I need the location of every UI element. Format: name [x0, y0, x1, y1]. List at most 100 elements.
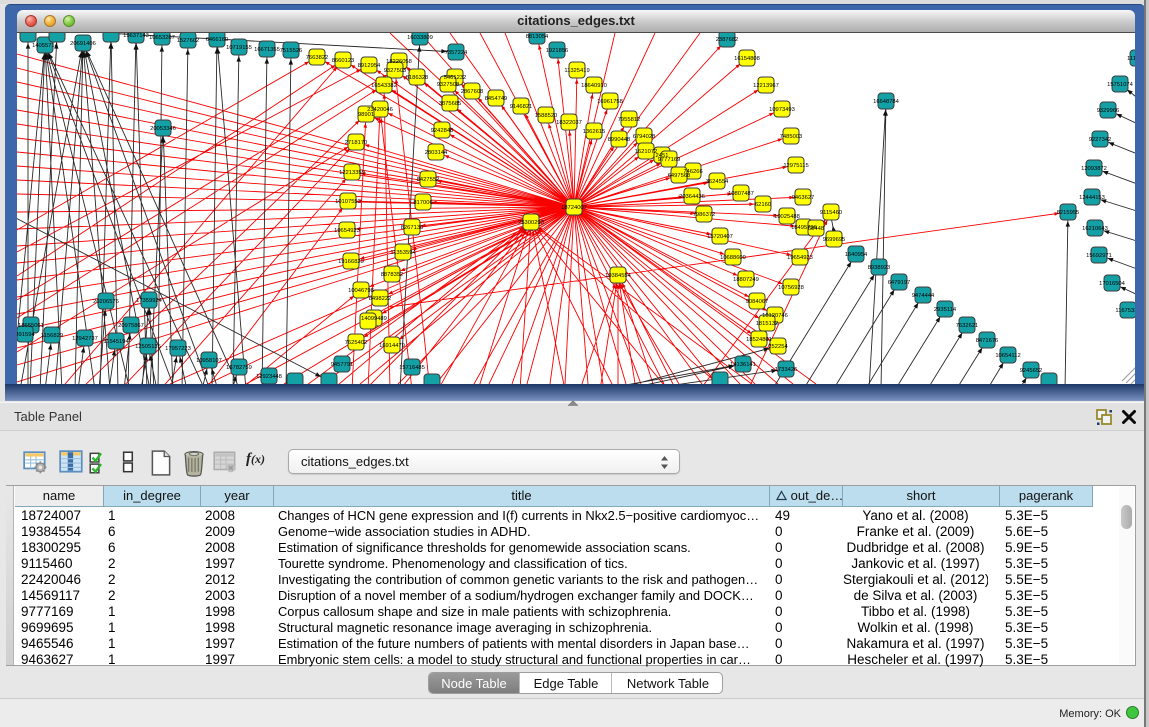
svg-text:9227342: 9227342	[1089, 137, 1112, 143]
svg-text:2867608: 2867608	[461, 89, 484, 95]
svg-text:10973493: 10973493	[769, 107, 795, 113]
svg-text:9699695: 9699695	[823, 237, 846, 243]
svg-text:10654112: 10654112	[995, 353, 1020, 359]
svg-text:5461232: 5461232	[444, 75, 467, 81]
svg-text:12213967: 12213967	[753, 83, 779, 89]
svg-text:16782759: 16782759	[226, 365, 252, 371]
svg-text:1921856: 1921856	[546, 48, 569, 54]
svg-text:16648784: 16648784	[873, 99, 900, 105]
svg-text:8498222: 8498222	[369, 296, 392, 302]
svg-text:8912954: 8912954	[358, 63, 381, 69]
svg-text:20053346: 20053346	[150, 126, 176, 132]
svg-text:3624554: 3624554	[706, 179, 729, 185]
svg-text:8813054: 8813054	[526, 34, 549, 40]
svg-text:8990448: 8990448	[608, 137, 631, 143]
svg-text:1733426: 1733426	[775, 367, 798, 373]
svg-text:9242848: 9242848	[431, 128, 454, 134]
svg-text:1640954: 1640954	[845, 252, 868, 258]
svg-text:817006: 817006	[413, 200, 432, 206]
svg-text:2718170: 2718170	[345, 140, 368, 146]
svg-text:9327508: 9327508	[437, 82, 460, 88]
svg-text:6794028: 6794028	[633, 134, 656, 140]
svg-text:10958107: 10958107	[196, 358, 222, 364]
svg-text:1815132: 1815132	[756, 321, 779, 327]
svg-text:391594: 391594	[17, 332, 35, 338]
svg-text:7625402: 7625402	[345, 340, 368, 346]
svg-text:12444153: 12444153	[1079, 195, 1105, 201]
svg-text:8938923: 8938923	[868, 265, 891, 271]
svg-text:8186328: 8186328	[406, 75, 429, 81]
svg-text:1362615: 1362615	[583, 129, 606, 135]
svg-text:19166829: 19166829	[338, 259, 364, 265]
svg-text:7663822: 7663822	[306, 55, 329, 61]
svg-text:3875685: 3875685	[439, 101, 462, 107]
svg-text:62160: 62160	[755, 202, 771, 208]
svg-text:7485003: 7485003	[780, 134, 803, 140]
svg-text:8471676: 8471676	[976, 338, 999, 344]
svg-text:18807249: 18807249	[733, 277, 759, 283]
svg-text:14055714: 14055714	[32, 43, 59, 49]
svg-text:20364436: 20364436	[679, 194, 705, 200]
svg-text:20691406: 20691406	[70, 41, 96, 47]
svg-text:8454749: 8454749	[485, 96, 508, 102]
svg-text:9474444: 9474444	[912, 293, 935, 299]
svg-text:9084067: 9084067	[746, 299, 769, 305]
svg-text:12975115: 12975115	[783, 163, 808, 169]
svg-text:12093872: 12093872	[1081, 166, 1107, 172]
svg-text:18640910: 18640910	[581, 83, 607, 89]
svg-text:19654923: 19654923	[334, 228, 360, 234]
svg-text:18724007: 18724007	[561, 205, 587, 211]
svg-text:9146821: 9146821	[510, 104, 533, 110]
svg-text:16543382: 16543382	[371, 83, 397, 89]
svg-text:16671355: 16671355	[254, 47, 280, 53]
svg-text:1621072: 1621072	[635, 149, 658, 155]
svg-text:12923448: 12923448	[256, 374, 282, 380]
svg-text:2387682: 2387682	[716, 37, 739, 43]
svg-text:10807487: 10807487	[728, 191, 754, 197]
svg-text:10756928: 10756928	[778, 285, 804, 291]
svg-text:19637143: 19637143	[123, 33, 149, 39]
svg-text:16154808: 16154808	[734, 56, 760, 62]
svg-text:16210643: 16210643	[1082, 226, 1108, 232]
svg-text:9329966: 9329966	[1097, 108, 1120, 114]
svg-text:14099489: 14099489	[361, 316, 387, 322]
svg-text:16961758: 16961758	[597, 99, 623, 105]
svg-text:18524861: 18524861	[746, 337, 772, 343]
svg-text:58448: 58448	[808, 226, 824, 232]
svg-text:15720407: 15720407	[707, 234, 733, 240]
svg-text:7357224: 7357224	[445, 50, 468, 56]
svg-text:9777169: 9777169	[658, 157, 681, 163]
svg-text:6479197: 6479197	[888, 280, 911, 286]
svg-text:8878352: 8878352	[381, 272, 404, 278]
svg-text:1156829: 1156829	[41, 333, 63, 339]
svg-text:2935114: 2935114	[934, 307, 957, 313]
svg-text:1527602: 1527602	[177, 38, 200, 44]
svg-text:9245652: 9245652	[1020, 368, 1043, 374]
svg-text:12213359: 12213359	[339, 170, 365, 176]
svg-text:6466160: 6466160	[206, 37, 229, 43]
svg-text:17016504: 17016504	[1099, 281, 1126, 287]
svg-text:11675335: 11675335	[1115, 308, 1135, 314]
svg-text:9115460: 9115460	[820, 210, 842, 216]
svg-text:10046798: 10046798	[348, 288, 374, 294]
svg-text:8427552: 8427552	[417, 177, 440, 183]
svg-text:20975867: 20975867	[118, 323, 144, 329]
svg-text:1588520: 1588520	[535, 113, 558, 119]
svg-text:9463627: 9463627	[792, 195, 815, 201]
svg-text:17957223: 17957223	[165, 346, 191, 352]
svg-text:10025488: 10025488	[774, 214, 800, 220]
svg-text:12942737: 12942737	[72, 336, 98, 342]
svg-text:11545194: 11545194	[103, 339, 129, 345]
svg-text:8215955: 8215955	[1057, 210, 1080, 216]
svg-text:16120746: 16120746	[762, 313, 788, 319]
svg-text:11353594: 11353594	[390, 250, 416, 256]
svg-text:18655061: 18655061	[18, 323, 44, 329]
svg-text:9457791: 9457791	[331, 362, 354, 368]
svg-text:7986372: 7986372	[693, 212, 716, 218]
svg-text:14136141: 14136141	[730, 362, 756, 368]
svg-text:1112704: 1112704	[1127, 56, 1135, 62]
svg-text:10719155: 10719155	[226, 45, 252, 51]
svg-text:17359924: 17359924	[136, 298, 163, 304]
svg-text:19654923: 19654923	[787, 255, 813, 261]
svg-text:8660123: 8660123	[332, 58, 355, 64]
